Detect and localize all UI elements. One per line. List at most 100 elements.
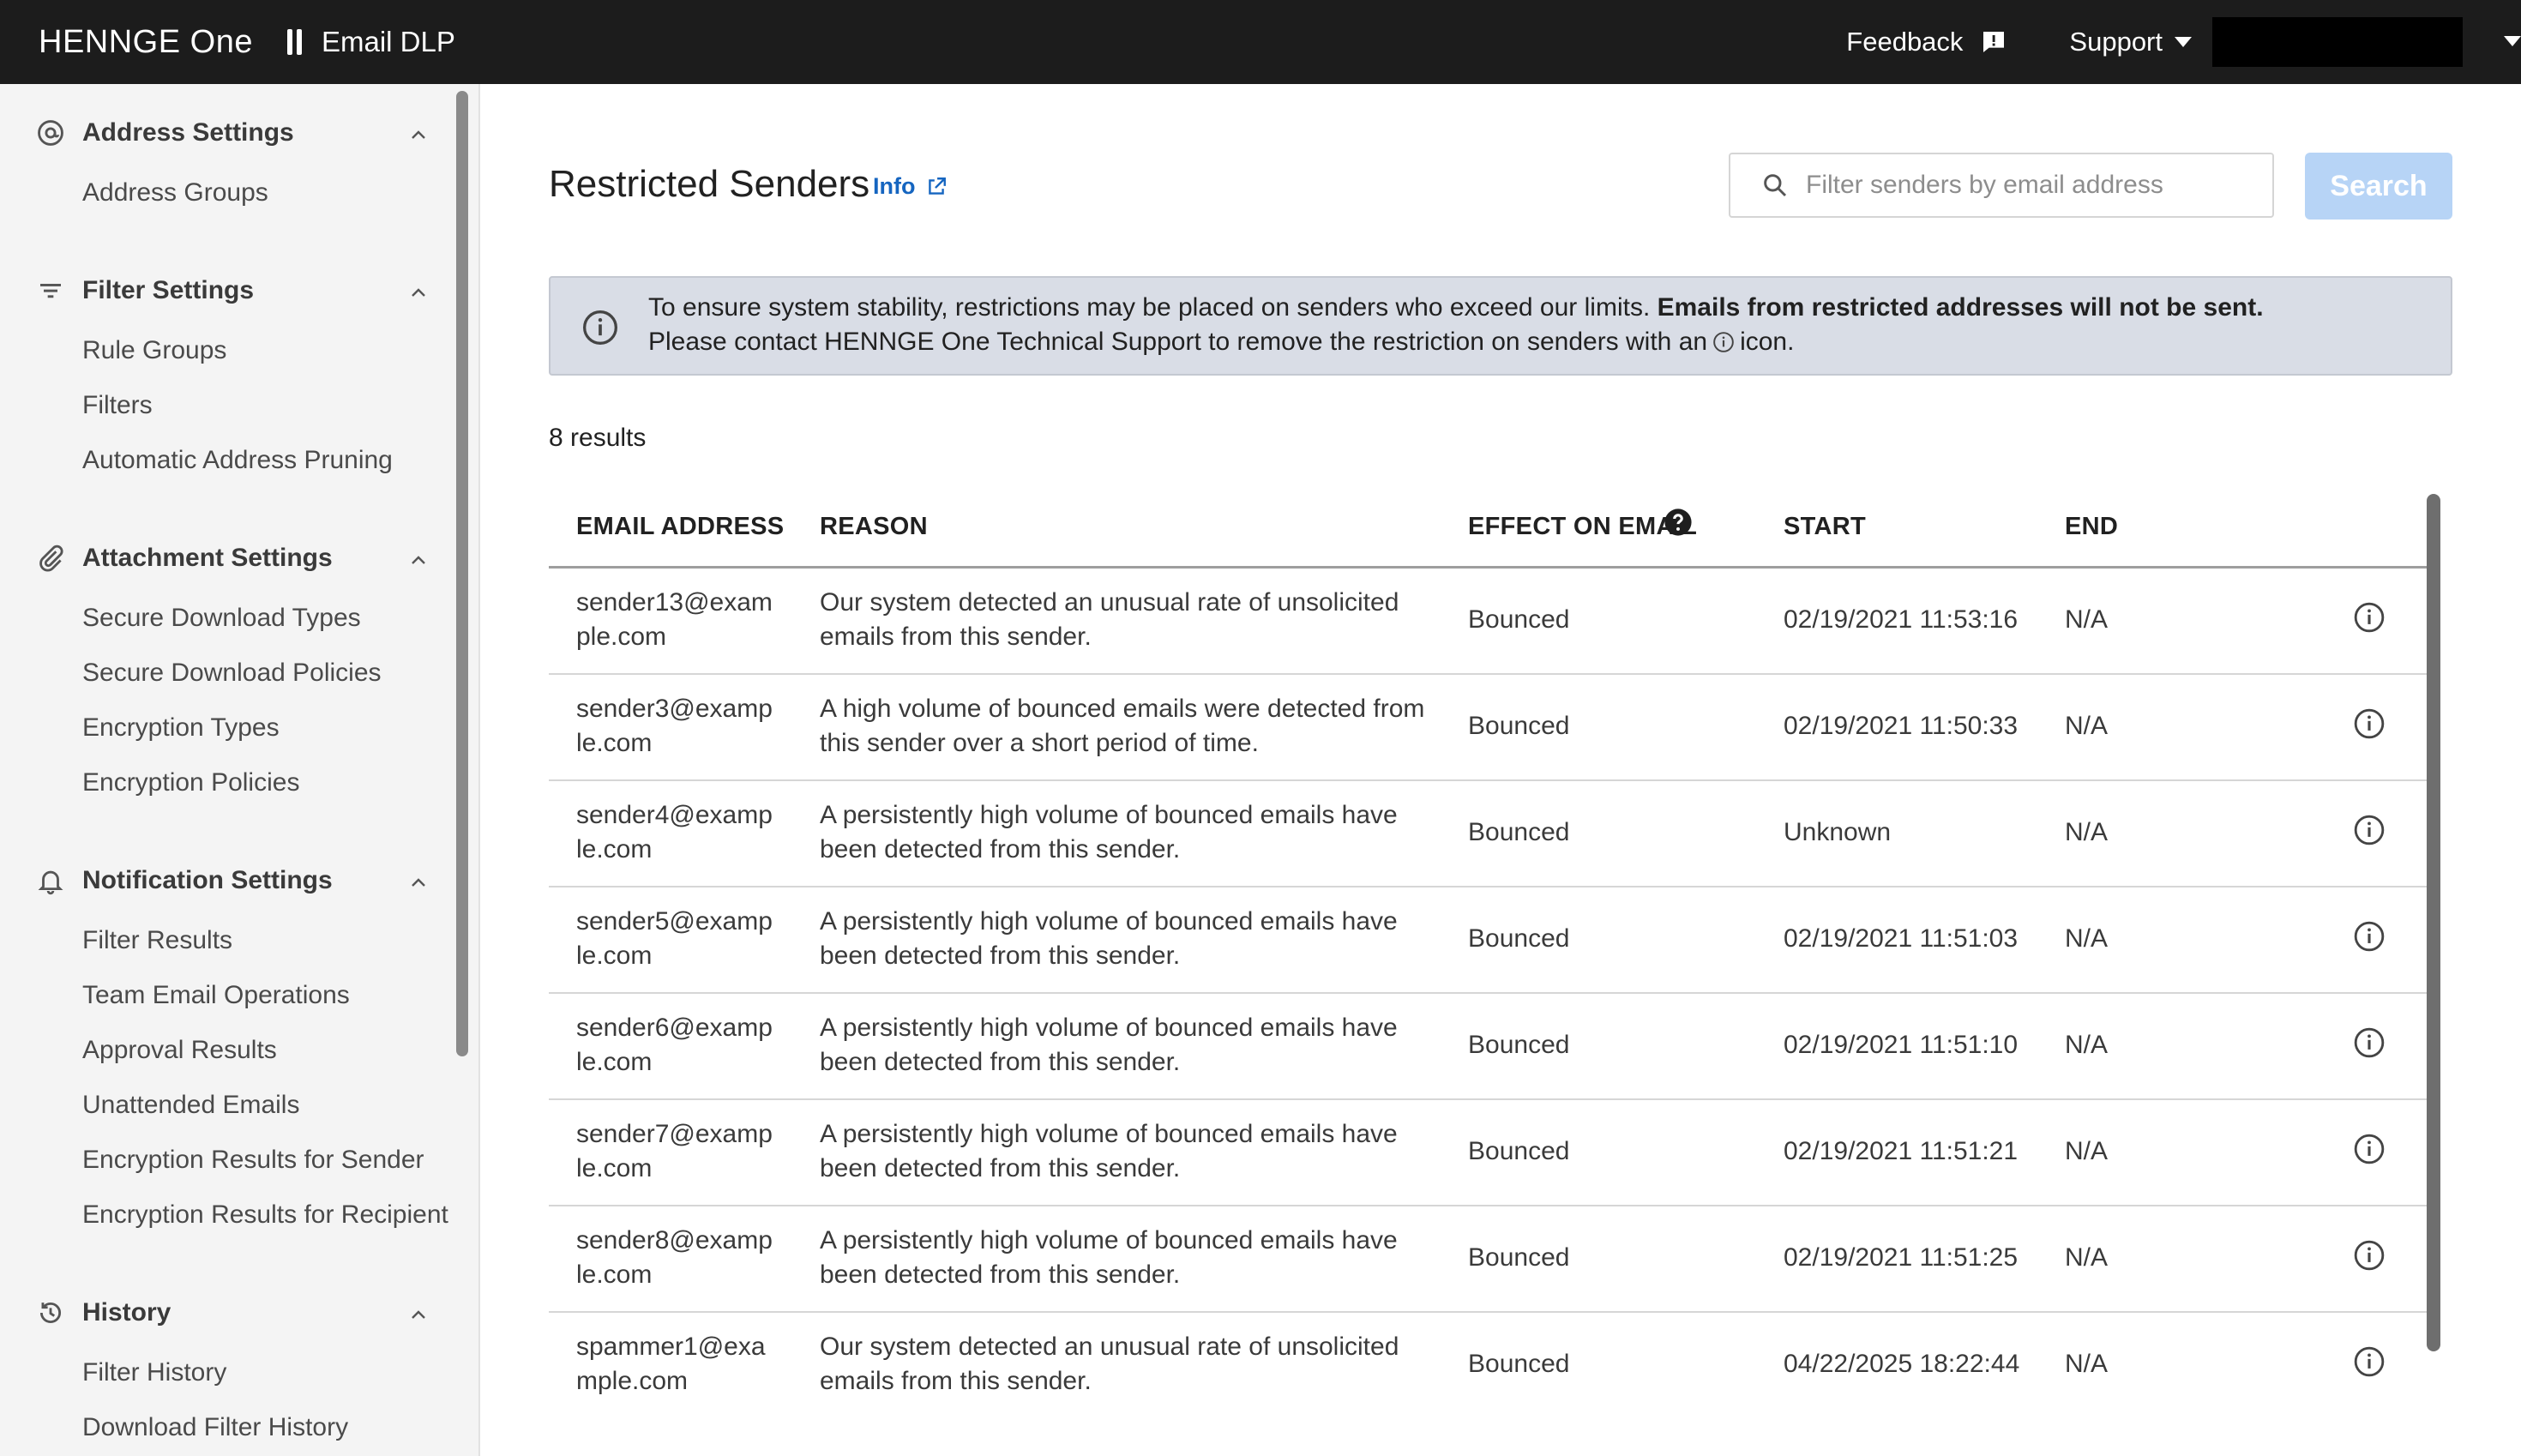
support-label: Support xyxy=(2069,27,2163,57)
chevron-up-icon[interactable] xyxy=(410,875,427,892)
sidebar-item-automatic-address-pruning[interactable]: Automatic Address Pruning xyxy=(82,446,393,475)
table-row: sender4@example.com A persistently high … xyxy=(549,781,2427,887)
cell-end: N/A xyxy=(2065,605,2109,634)
info-icon[interactable] xyxy=(2353,1345,2386,1378)
cell-reason: A high volume of bounced emails were det… xyxy=(820,695,1425,757)
column-header-end: END xyxy=(2065,513,2119,540)
cell-effect: Bounced xyxy=(1468,818,1570,846)
notice-text: icon. xyxy=(1740,328,1795,356)
chevron-up-icon[interactable] xyxy=(410,1307,427,1324)
table-row: sender7@example.com A persistently high … xyxy=(549,1100,2427,1206)
sidebar-item-unattended-emails[interactable]: Unattended Emails xyxy=(82,1091,299,1120)
sidebar-item-secure-download-policies[interactable]: Secure Download Policies xyxy=(82,659,382,688)
help-icon[interactable] xyxy=(1664,508,1693,537)
filter-icon xyxy=(34,274,67,307)
cell-end: N/A xyxy=(2065,1137,2109,1165)
chevron-up-icon[interactable] xyxy=(410,285,427,302)
feedback-label: Feedback xyxy=(1846,27,1964,57)
sidebar-group-address-settings[interactable]: Address Settings xyxy=(34,117,294,149)
cell-reason: A persistently high volume of bounced em… xyxy=(820,801,1398,863)
cell-effect: Bounced xyxy=(1468,1031,1570,1059)
info-link-label: Info xyxy=(873,173,916,199)
table-row: sender5@example.com A persistently high … xyxy=(549,887,2427,994)
search-input[interactable] xyxy=(1804,170,2253,201)
sidebar-item-team-email-operations[interactable]: Team Email Operations xyxy=(82,981,350,1010)
info-link[interactable]: Info xyxy=(873,173,948,200)
sidebar-group-history[interactable]: History xyxy=(34,1297,171,1329)
feedback-button[interactable]: Feedback xyxy=(1846,27,2007,57)
cell-start: 04/22/2025 18:22:44 xyxy=(1784,1350,2020,1378)
sidebar-scrollbar[interactable] xyxy=(456,91,468,1056)
cell-effect: Bounced xyxy=(1468,924,1570,953)
cell-end: N/A xyxy=(2065,712,2109,740)
table-row: sender13@example.com Our system detected… xyxy=(549,569,2427,675)
cell-email: spammer1@example.com xyxy=(576,1333,766,1395)
sidebar-item-download-filter-history[interactable]: Download Filter History xyxy=(82,1413,348,1442)
info-icon[interactable] xyxy=(2353,814,2386,846)
chevron-up-icon[interactable] xyxy=(410,552,427,569)
info-icon[interactable] xyxy=(2353,1239,2386,1272)
sidebar-item-address-groups[interactable]: Address Groups xyxy=(82,178,268,208)
notice-line-1: To ensure system stability, restrictions… xyxy=(648,293,2264,322)
sidebar-group-label: Attachment Settings xyxy=(82,544,333,572)
notice-text-bold: Emails from restricted addresses will no… xyxy=(1657,293,2264,322)
cell-end: N/A xyxy=(2065,1031,2109,1059)
cell-start: 02/19/2021 11:51:21 xyxy=(1784,1137,2019,1165)
sidebar-item-encryption-types[interactable]: Encryption Types xyxy=(82,713,280,743)
support-menu[interactable]: Support xyxy=(2069,27,2192,57)
column-header-start: START xyxy=(1784,513,1867,540)
sidebar-item-secure-download-types[interactable]: Secure Download Types xyxy=(82,604,361,633)
cell-effect: Bounced xyxy=(1468,712,1570,740)
account-menu[interactable] xyxy=(2212,17,2463,67)
table-scrollbar[interactable] xyxy=(2427,494,2440,1351)
table-row: sender3@example.com A high volume of bou… xyxy=(549,675,2427,781)
search-icon xyxy=(1764,174,1787,197)
account-menu-toggle[interactable] xyxy=(2480,17,2521,67)
cell-reason: Our system detected an unusual rate of u… xyxy=(820,1333,1399,1395)
column-header-reason: REASON xyxy=(820,513,928,540)
search-field[interactable] xyxy=(1729,153,2274,218)
sidebar-item-encryption-policies[interactable]: Encryption Policies xyxy=(82,768,299,797)
paperclip-icon xyxy=(34,542,67,575)
sidebar: Address Settings Address Groups Filter S… xyxy=(0,84,480,1456)
main-content: Restricted Senders Info Search To ensure… xyxy=(480,84,2521,1456)
sidebar-item-encryption-results-for-sender[interactable]: Encryption Results for Sender xyxy=(82,1146,424,1175)
cell-email: sender4@example.com xyxy=(576,801,773,863)
sidebar-item-filter-history[interactable]: Filter History xyxy=(82,1358,226,1387)
chevron-up-icon[interactable] xyxy=(410,127,427,144)
sidebar-item-encryption-results-for-recipient[interactable]: Encryption Results for Recipient xyxy=(82,1200,448,1230)
cell-start: 02/19/2021 11:50:33 xyxy=(1784,712,2019,740)
logo-text-one: One xyxy=(190,23,253,60)
sidebar-group-filter-settings[interactable]: Filter Settings xyxy=(34,274,254,307)
cell-email: sender6@example.com xyxy=(576,1014,773,1076)
notice-text: Please contact HENNGE One Technical Supp… xyxy=(648,328,1708,356)
info-circle-icon xyxy=(1713,332,1734,352)
search-button[interactable]: Search xyxy=(2305,153,2452,220)
sidebar-item-filters[interactable]: Filters xyxy=(82,391,153,420)
cell-reason: Our system detected an unusual rate of u… xyxy=(820,588,1399,651)
sidebar-item-rule-groups[interactable]: Rule Groups xyxy=(82,336,226,365)
sidebar-item-filter-results[interactable]: Filter Results xyxy=(82,926,232,955)
table-row: sender8@example.com A persistently high … xyxy=(549,1206,2427,1313)
henngeone-logo[interactable]: HENNGE One xyxy=(39,24,253,61)
notice-text: To ensure system stability, restrictions… xyxy=(648,293,1658,322)
sidebar-item-approval-results[interactable]: Approval Results xyxy=(82,1036,277,1065)
cell-start: Unknown xyxy=(1784,818,1892,846)
sidebar-group-notification-settings[interactable]: Notification Settings xyxy=(34,864,333,897)
table-row: spammer1@example.com Our system detected… xyxy=(549,1313,2427,1417)
info-icon[interactable] xyxy=(2353,1026,2386,1059)
bell-icon xyxy=(34,864,67,897)
cell-email: sender13@example.com xyxy=(576,588,773,651)
info-icon[interactable] xyxy=(2353,920,2386,953)
cell-reason: A persistently high volume of bounced em… xyxy=(820,1226,1398,1289)
cell-email: sender7@example.com xyxy=(576,1120,773,1182)
cell-effect: Bounced xyxy=(1468,1243,1570,1272)
notice-line-2: Please contact HENNGE One Technical Supp… xyxy=(648,328,1794,357)
info-icon[interactable] xyxy=(2353,707,2386,740)
info-icon[interactable] xyxy=(2353,1133,2386,1165)
sidebar-group-label: Notification Settings xyxy=(82,866,333,894)
info-icon[interactable] xyxy=(2353,601,2386,634)
info-notice: To ensure system stability, restrictions… xyxy=(549,276,2452,376)
sidebar-group-label: History xyxy=(82,1298,171,1327)
sidebar-group-attachment-settings[interactable]: Attachment Settings xyxy=(34,542,333,575)
